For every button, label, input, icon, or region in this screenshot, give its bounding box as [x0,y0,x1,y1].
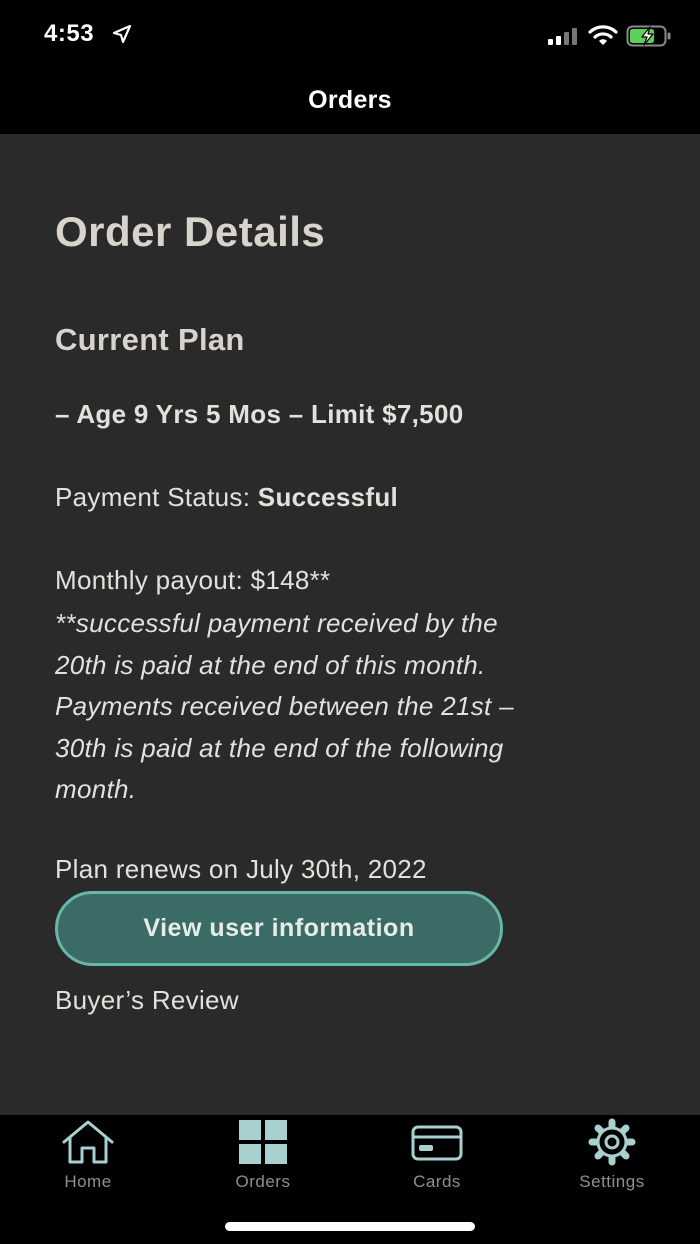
current-plan-heading: Current Plan [55,322,245,357]
payout-note-line: month. [55,774,137,804]
nav-title: Orders [308,86,392,114]
payment-status: Payment Status: Successful [55,482,398,513]
tab-orders[interactable]: Orders [203,1118,323,1198]
payout-note-line: **successful payment received by the [55,608,498,638]
buyers-review-link[interactable]: Buyer’s Review [55,985,239,1016]
tab-cards[interactable]: Cards [377,1118,497,1198]
cellular-signal-icon [548,28,577,45]
plan-renewal-date: Plan renews on July 30th, 2022 [55,854,427,884]
monthly-payout: Monthly payout: $148** [55,565,331,595]
tab-cards-label: Cards [413,1172,461,1191]
wifi-icon [588,25,618,45]
plan-summary: – Age 9 Yrs 5 Mos – Limit $7,500 [55,399,464,429]
grid-icon [239,1120,287,1164]
view-user-information-button[interactable]: View user information [55,891,503,966]
tab-orders-label: Orders [235,1172,291,1191]
payment-status-label: Payment Status: [55,482,251,512]
payout-note: **successful payment received by the 20t… [55,603,655,811]
card-icon [411,1125,463,1161]
tab-settings[interactable]: Settings [552,1118,672,1198]
tab-settings-label: Settings [579,1172,645,1191]
gear-icon [588,1118,636,1166]
payout-note-line: Payments received between the 21st – [55,691,514,721]
status-time: 4:53 [44,20,95,47]
payout-note-line: 30th is paid at the end of the following [55,732,504,763]
tab-home-label: Home [64,1172,112,1191]
location-arrow-icon [112,24,132,44]
home-indicator [225,1222,475,1231]
tab-home[interactable]: Home [28,1118,148,1198]
status-bar: 4:53 [0,0,700,70]
payment-status-value: Successful [257,482,399,512]
page-title: Order Details [55,208,326,255]
home-icon [62,1120,114,1164]
payout-note-line: 20th is paid at the end of this month. [55,649,486,680]
battery-charging-icon [626,25,671,47]
